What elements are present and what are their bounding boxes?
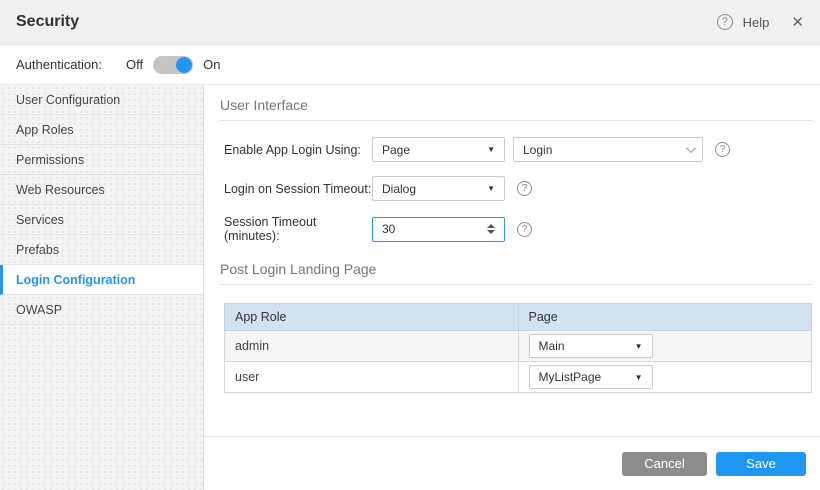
app-role-cell: admin (225, 331, 519, 362)
column-header-page: Page (518, 304, 812, 331)
footer-actions: Cancel Save (204, 436, 820, 490)
admin-page-value: Main (539, 339, 565, 353)
session-timeout-value: 30 (382, 222, 395, 236)
section-title-user-interface: User Interface (220, 97, 812, 121)
content-wrapper: User Configuration App Roles Permissions… (0, 85, 820, 490)
caret-down-icon: ▼ (635, 342, 643, 351)
table-row: admin Main ▼ (225, 331, 812, 362)
session-timeout-label: Session Timeout (minutes): (224, 215, 372, 243)
toggle-on-label: On (203, 57, 220, 72)
header-actions: ? Help ✕ (717, 13, 804, 31)
page-cell: MyListPage ▼ (518, 362, 812, 393)
sidebar-item-owasp[interactable]: OWASP (0, 295, 203, 325)
toggle-knob-icon (176, 57, 192, 73)
landing-page-table: App Role Page admin Main ▼ user (224, 303, 812, 393)
caret-down-icon: ▼ (487, 184, 495, 193)
login-mode-select[interactable]: Page ▼ (372, 137, 505, 162)
timeout-mode-select[interactable]: Dialog ▼ (372, 176, 505, 201)
authentication-label: Authentication: (16, 57, 102, 72)
enable-app-login-label: Enable App Login Using: (224, 143, 372, 157)
sidebar-item-app-roles[interactable]: App Roles (0, 115, 203, 145)
table-row: user MyListPage ▼ (225, 362, 812, 393)
cancel-button[interactable]: Cancel (622, 452, 707, 476)
login-on-timeout-label: Login on Session Timeout: (224, 182, 372, 196)
login-page-value: Login (523, 143, 552, 157)
help-link[interactable]: Help (743, 15, 770, 30)
chevron-down-icon (686, 143, 696, 153)
app-role-cell: user (225, 362, 519, 393)
user-page-select[interactable]: MyListPage ▼ (529, 365, 653, 389)
stepper-down-icon[interactable] (487, 230, 495, 234)
save-button[interactable]: Save (716, 452, 806, 476)
user-interface-form: Enable App Login Using: Page ▼ Login ? L… (220, 121, 812, 261)
session-timeout-input[interactable]: 30 (372, 217, 505, 242)
login-on-timeout-row: Login on Session Timeout: Dialog ▼ ? (224, 176, 812, 201)
enable-app-login-row: Enable App Login Using: Page ▼ Login ? (224, 137, 812, 162)
table-header-row: App Role Page (225, 304, 812, 331)
sidebar-item-permissions[interactable]: Permissions (0, 145, 203, 175)
login-mode-value: Page (382, 143, 410, 157)
session-timeout-help-icon[interactable]: ? (517, 222, 532, 237)
enable-app-login-help-icon[interactable]: ? (715, 142, 730, 157)
sidebar-item-user-configuration[interactable]: User Configuration (0, 85, 203, 115)
authentication-bar: Authentication: Off On (0, 45, 820, 85)
section-title-post-login: Post Login Landing Page (220, 261, 812, 285)
authentication-toggle[interactable] (153, 56, 193, 74)
sidebar-item-web-resources[interactable]: Web Resources (0, 175, 203, 205)
page-cell: Main ▼ (518, 331, 812, 362)
column-header-app-role: App Role (225, 304, 519, 331)
sidebar: User Configuration App Roles Permissions… (0, 85, 204, 490)
admin-page-select[interactable]: Main ▼ (529, 334, 653, 358)
close-icon[interactable]: ✕ (791, 13, 804, 31)
caret-down-icon: ▼ (635, 373, 643, 382)
stepper-up-icon[interactable] (487, 224, 495, 228)
main-panel: User Interface Enable App Login Using: P… (204, 85, 820, 490)
timeout-mode-value: Dialog (382, 182, 416, 196)
caret-down-icon: ▼ (487, 145, 495, 154)
sidebar-item-login-configuration[interactable]: Login Configuration (0, 265, 203, 295)
dialog-header: Security ? Help ✕ (0, 0, 820, 45)
sidebar-item-services[interactable]: Services (0, 205, 203, 235)
sidebar-item-prefabs[interactable]: Prefabs (0, 235, 203, 265)
login-on-timeout-help-icon[interactable]: ? (517, 181, 532, 196)
session-timeout-row: Session Timeout (minutes): 30 ? (224, 215, 812, 243)
page-title: Security (16, 13, 79, 31)
user-page-value: MyListPage (539, 370, 602, 384)
help-circle-icon[interactable]: ? (717, 14, 733, 30)
number-stepper-icon[interactable] (487, 224, 495, 234)
login-page-select[interactable]: Login (513, 137, 703, 162)
toggle-off-label: Off (126, 57, 143, 72)
